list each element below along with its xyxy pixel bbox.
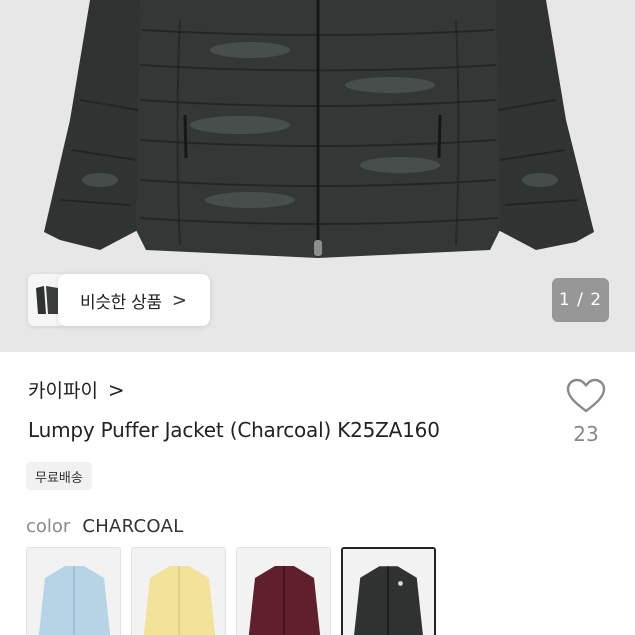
- selected-color-value: CHARCOAL: [82, 516, 184, 537]
- product-image[interactable]: 비슷한 상품 > 1 / 2: [0, 0, 635, 352]
- color-swatch-light-blue[interactable]: [26, 547, 121, 635]
- color-label: color: [26, 516, 71, 537]
- brand-name: 카이파이: [28, 380, 98, 402]
- color-swatch-burgundy[interactable]: [236, 547, 331, 635]
- similar-jacket-icon: [28, 274, 62, 326]
- color-swatches: [26, 547, 436, 635]
- free-shipping-badge: 무료배송: [26, 462, 92, 490]
- similar-product-thumbnail[interactable]: [28, 274, 62, 326]
- color-swatch-charcoal[interactable]: [341, 547, 436, 635]
- like-button[interactable]: 23: [562, 378, 610, 446]
- product-title: Lumpy Puffer Jacket (Charcoal) K25ZA160: [28, 418, 440, 442]
- brand-link[interactable]: 카이파이 >: [28, 376, 125, 403]
- chevron-right-icon: >: [171, 289, 187, 311]
- jacket-thumbnail-icon: [237, 548, 330, 635]
- similar-products-button[interactable]: 비슷한 상품 >: [58, 274, 210, 326]
- color-swatch-yellow[interactable]: [131, 547, 226, 635]
- jacket-thumbnail-icon: [27, 548, 120, 635]
- color-selector-header: color CHARCOAL: [26, 516, 184, 537]
- chevron-right-icon: >: [107, 377, 125, 402]
- jacket-thumbnail-icon: [343, 549, 434, 635]
- heart-icon: [566, 378, 606, 413]
- like-count: 23: [573, 422, 599, 446]
- image-counter: 1 / 2: [552, 278, 609, 322]
- similar-products-label: 비슷한 상품: [80, 292, 162, 313]
- jacket-thumbnail-icon: [132, 548, 225, 635]
